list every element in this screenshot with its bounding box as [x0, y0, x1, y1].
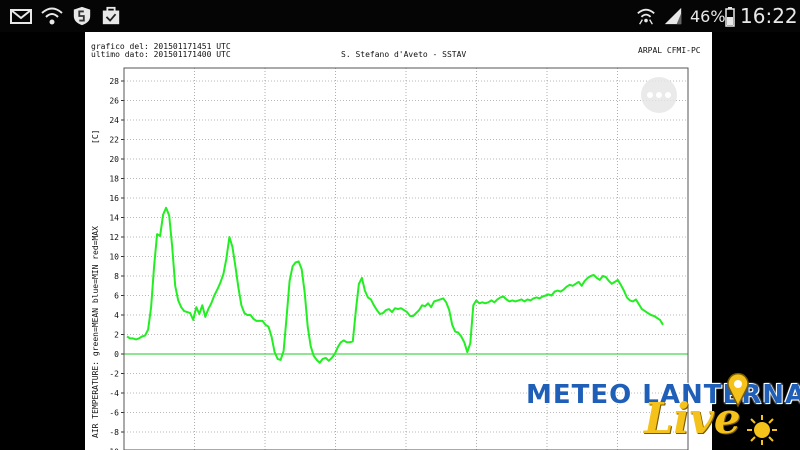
- sun-icon: [747, 415, 777, 445]
- y-axis-label: AIR TEMPERATURE: green=MEAN blue=MIN red…: [91, 226, 100, 438]
- mail-icon: [10, 9, 32, 24]
- meteo-lanterna-logo: METEO LANTERNA Live: [520, 370, 800, 450]
- y-tick-label: -4: [109, 389, 119, 398]
- status-bar: 46% 16:22: [0, 0, 800, 32]
- y-tick-label: 22: [109, 136, 119, 145]
- y-tick-label: -6: [109, 409, 119, 418]
- battery-percent: 46%: [690, 7, 726, 26]
- wifi-signal-icon: [637, 8, 655, 25]
- cell-signal-icon: [664, 7, 682, 25]
- y-tick-label: 14: [109, 214, 119, 223]
- wifi-icon: [41, 7, 63, 25]
- clock: 16:22: [740, 4, 798, 28]
- overflow-menu-button[interactable]: [641, 77, 677, 113]
- y-tick-label: 8: [114, 272, 119, 281]
- y-tick-label: 2: [114, 331, 119, 340]
- y-tick-label: 24: [109, 116, 119, 125]
- left-margin: [0, 32, 85, 450]
- y-tick-label: -8: [109, 428, 119, 437]
- y-axis-ticks: -10-8-6-4-20246810121416182022242628: [105, 77, 124, 450]
- y-tick-label: 10: [109, 253, 119, 262]
- y-tick-label: -2: [109, 370, 119, 379]
- battery-icon: [725, 7, 735, 27]
- y-tick-label: 20: [109, 155, 119, 164]
- y-tick-label: 16: [109, 194, 119, 203]
- y-tick-label: 18: [109, 175, 119, 184]
- series-layer: [124, 206, 688, 364]
- mean-temperature-line: [126, 206, 664, 364]
- y-tick-label: 28: [109, 77, 119, 86]
- y-tick-label: 4: [114, 311, 119, 320]
- y-tick-label: 0: [114, 350, 119, 359]
- y-tick-label: 26: [109, 97, 119, 106]
- shield-icon: [73, 6, 91, 26]
- briefcase-check-icon: [102, 6, 120, 25]
- map-pin-icon: [727, 372, 749, 408]
- y-axis-unit: [C]: [91, 130, 100, 144]
- y-tick-label: 12: [109, 233, 119, 242]
- y-tick-label: 6: [114, 292, 119, 301]
